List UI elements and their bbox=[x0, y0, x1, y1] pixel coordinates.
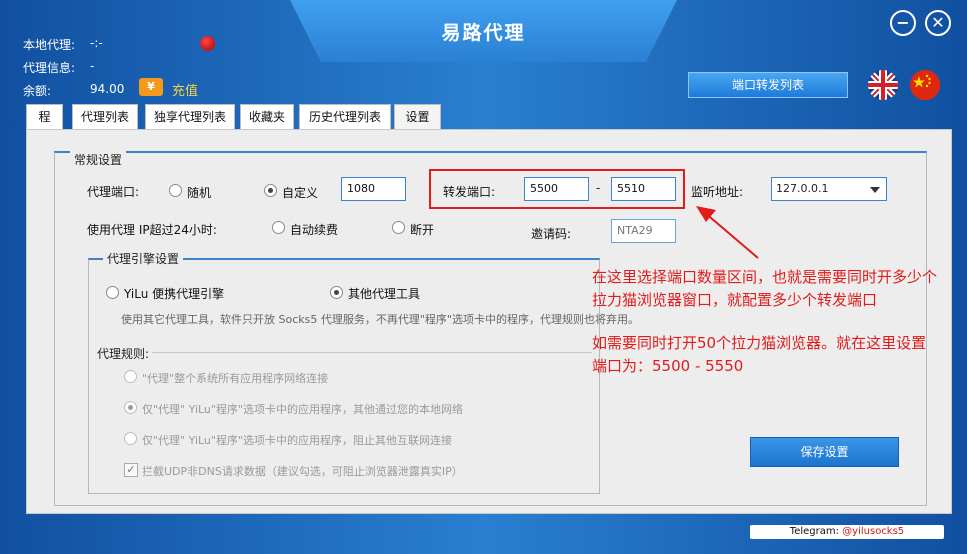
recharge-icon[interactable]: ¥ bbox=[139, 78, 163, 96]
rule-system-radio[interactable] bbox=[124, 370, 137, 383]
invite-code-field: NTA29 bbox=[611, 219, 676, 243]
telegram-handle[interactable]: @yilusocks5 bbox=[842, 526, 904, 537]
annotation-line-3: 如需要同时打开50个拉力猫浏览器。就在这里设置 bbox=[592, 334, 927, 352]
auto-renew-label: 自动续费 bbox=[290, 223, 339, 237]
recharge-link[interactable]: 充值 bbox=[172, 80, 198, 99]
balance-value: 94.00 bbox=[90, 82, 125, 96]
tab-programs[interactable]: 程序 bbox=[26, 104, 63, 148]
annotation-line-4: 端口为：5500 - 5550 bbox=[592, 357, 744, 375]
china-flag-icon[interactable] bbox=[910, 70, 940, 100]
random-port-label: 随机 bbox=[187, 186, 212, 200]
custom-port-input[interactable]: 1080 bbox=[341, 177, 406, 201]
annotation-highlight-box bbox=[429, 169, 685, 209]
tab-proxy-list[interactable]: 代理列表 bbox=[72, 104, 138, 129]
yilu-engine-radio[interactable] bbox=[106, 286, 119, 299]
over-24h-label: 使用代理 IP超过24小时: bbox=[87, 223, 217, 237]
uk-flag-icon[interactable] bbox=[868, 70, 898, 100]
proxy-info-value: - bbox=[90, 59, 95, 73]
disconnect-radio[interactable] bbox=[392, 221, 405, 234]
proxy-info-row: 代理信息: - bbox=[23, 59, 94, 76]
proxy-port-label: 代理端口: bbox=[87, 185, 140, 199]
port-forward-list-button[interactable]: 端口转发列表 bbox=[688, 72, 848, 98]
save-settings-button[interactable]: 保存设置 bbox=[750, 437, 899, 467]
general-settings-legend: 常规设置 bbox=[70, 151, 127, 168]
balance-label: 余额: bbox=[23, 84, 52, 98]
intercept-udp-checkbox[interactable]: ✓ bbox=[124, 463, 138, 477]
minimize-button[interactable]: − bbox=[890, 10, 916, 36]
close-button[interactable]: ✕ bbox=[925, 10, 951, 36]
listen-address-value: 127.0.0.1 bbox=[776, 182, 829, 195]
proxy-rules-divider bbox=[152, 352, 592, 353]
rule-system-label: "代理"整个系统所有应用程序网络连接 bbox=[142, 372, 329, 385]
local-proxy-label: 本地代理: bbox=[23, 38, 76, 52]
proxy-rules-label: 代理规则: bbox=[97, 347, 150, 361]
other-tool-radio[interactable] bbox=[330, 286, 343, 299]
status-dot-icon bbox=[200, 36, 215, 51]
local-proxy-row: 本地代理: -:- bbox=[23, 36, 103, 53]
balance-row: 余额: 94.00 bbox=[23, 82, 124, 99]
annotation-line-1: 在这里选择端口数量区间，也就是需要同时开多少个 bbox=[592, 268, 938, 286]
auto-renew-radio[interactable] bbox=[272, 221, 285, 234]
chevron-down-icon bbox=[870, 187, 880, 193]
annotation-line-2: 拉力猫浏览器窗口，就配置多少个转发端口 bbox=[592, 291, 878, 309]
tab-history-proxy-list[interactable]: 历史代理列表 bbox=[299, 104, 391, 129]
tab-favorites[interactable]: 收藏夹 bbox=[240, 104, 294, 129]
telegram-contact[interactable]: Telegram: @yilusocks5 bbox=[750, 525, 944, 539]
invite-code-label: 邀请码: bbox=[531, 227, 572, 241]
other-tool-label: 其他代理工具 bbox=[348, 287, 421, 301]
disconnect-label: 断开 bbox=[410, 223, 435, 237]
random-port-radio[interactable] bbox=[169, 184, 182, 197]
listen-address-label: 监听地址: bbox=[691, 185, 744, 199]
yilu-engine-label: YiLu 便携代理引擎 bbox=[124, 287, 225, 301]
telegram-label: Telegram: bbox=[789, 526, 843, 537]
custom-port-radio[interactable] bbox=[264, 184, 277, 197]
engine-settings-legend: 代理引擎设置 bbox=[103, 250, 184, 267]
local-proxy-value: -:- bbox=[90, 36, 103, 50]
custom-port-label: 自定义 bbox=[282, 186, 319, 200]
rule-programs-block-label: 仅"代理" YiLu"程序"选项卡中的应用程序，阻止其他互联网连接 bbox=[142, 434, 453, 447]
rule-programs-block-radio[interactable] bbox=[124, 432, 137, 445]
app-window: 易路代理 − ✕ 本地代理: -:- 代理信息: - 余额: 94.00 ¥ 充… bbox=[0, 0, 967, 554]
tab-exclusive-proxy-list[interactable]: 独享代理列表 bbox=[145, 104, 235, 129]
annotation-arrow-icon bbox=[696, 206, 759, 259]
listen-address-select[interactable]: 127.0.0.1 bbox=[771, 177, 887, 201]
intercept-udp-label: 拦截UDP非DNS请求数据（建议勾选，可阻止浏览器泄露真实IP） bbox=[142, 465, 463, 478]
rule-programs-local-label: 仅"代理" YiLu"程序"选项卡中的应用程序，其他通过您的本地网络 bbox=[142, 403, 464, 416]
other-tool-hint: 使用其它代理工具，软件只开放 Socks5 代理服务，不再代理"程序"选项卡中的… bbox=[121, 313, 639, 326]
proxy-info-label: 代理信息: bbox=[23, 61, 76, 75]
tab-settings[interactable]: 设置 bbox=[394, 104, 441, 130]
app-title: 易路代理 bbox=[441, 22, 526, 44]
rule-programs-local-radio[interactable] bbox=[124, 401, 137, 414]
